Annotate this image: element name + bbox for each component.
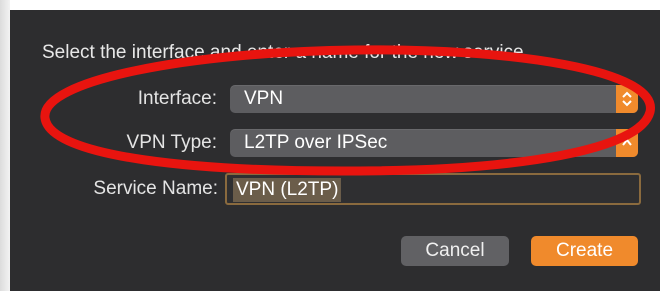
vpn-type-label: VPN Type:: [126, 132, 217, 153]
interface-popup[interactable]: VPN: [230, 85, 638, 113]
cancel-button[interactable]: Cancel: [401, 236, 509, 266]
new-service-dialog: Select the interface and enter a name fo…: [10, 10, 660, 291]
service-name-field[interactable]: VPN (L2TP): [225, 173, 641, 205]
service-name-label: Service Name:: [93, 178, 218, 199]
service-name-value: VPN (L2TP): [233, 178, 342, 202]
window-edge: [0, 0, 10, 291]
interface-label: Interface:: [137, 88, 217, 109]
vpn-type-value: L2TP over IPSec: [244, 132, 388, 153]
chevron-updown-icon[interactable]: [616, 85, 638, 113]
chevron-up-icon[interactable]: [616, 129, 638, 157]
vpn-type-popup[interactable]: L2TP over IPSec: [230, 129, 638, 157]
create-button[interactable]: Create: [531, 236, 638, 266]
interface-value: VPN: [244, 88, 284, 109]
dialog-prompt: Select the interface and enter a name fo…: [42, 42, 529, 63]
